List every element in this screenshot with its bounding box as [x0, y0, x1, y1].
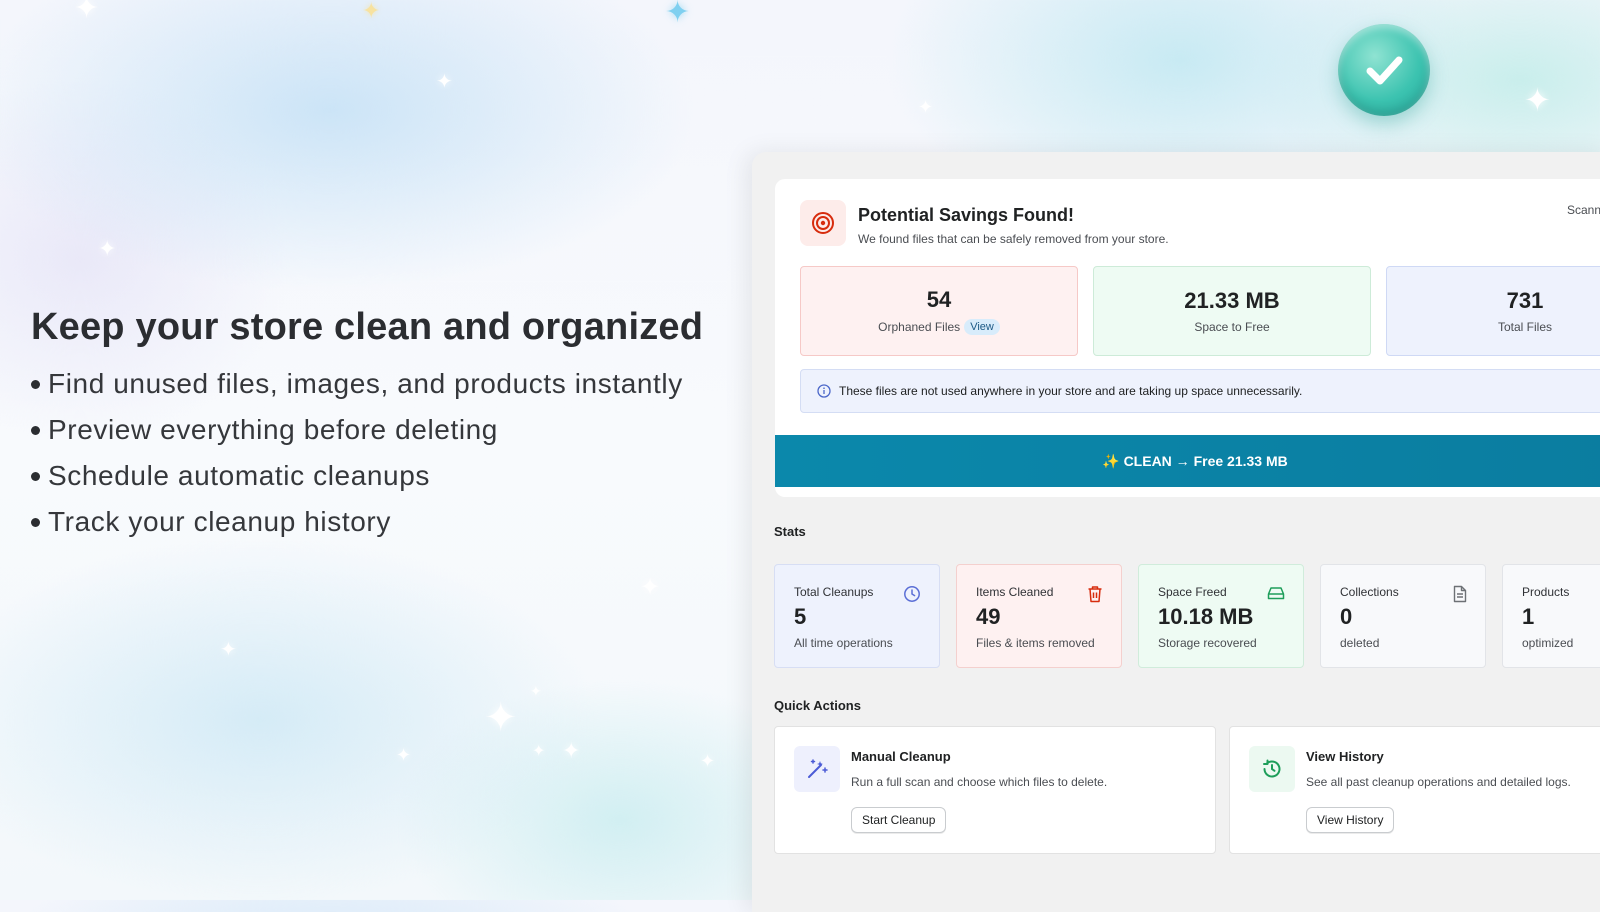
stat-label: Products — [1522, 585, 1570, 599]
bullet-icon — [31, 379, 40, 389]
stat-space-freed: Space Freed 10.18 MB Storage recovered — [1138, 564, 1304, 668]
sparkle-icon: ✦ — [362, 0, 381, 23]
app-panel: Potential Savings Found! We found files … — [752, 152, 1600, 912]
stat-sub: Storage recovered — [1158, 636, 1257, 650]
sparkle-icon: ✦ — [562, 738, 581, 763]
document-icon — [1453, 585, 1467, 603]
info-icon — [817, 384, 831, 398]
sparkle-icon: ✦ — [436, 71, 453, 93]
stat-sub: Files & items removed — [976, 636, 1095, 650]
metric-space-to-free: 21.33 MB Space to Free — [1093, 266, 1371, 356]
qa-title: View History — [1306, 749, 1384, 764]
stat-sub: deleted — [1340, 636, 1380, 650]
feature-list: Find unused files, images, and products … — [31, 361, 721, 545]
view-history-card: View History See all past cleanup operat… — [1229, 726, 1600, 854]
start-cleanup-button[interactable]: Start Cleanup — [851, 807, 947, 833]
stat-products: Products 1 optimized — [1502, 564, 1600, 668]
feature-item: Find unused files, images, and products … — [31, 361, 721, 407]
metric-value: 731 — [1506, 288, 1544, 313]
qa-title: Manual Cleanup — [851, 749, 951, 764]
metric-label: Space to Free — [1194, 320, 1270, 334]
qa-desc: See all past cleanup operations and deta… — [1306, 775, 1571, 789]
bullet-icon — [31, 517, 40, 527]
metric-orphaned-files: 54 Orphaned Files View — [800, 266, 1078, 356]
stat-value: 10.18 MB — [1158, 604, 1254, 629]
stat-value: 49 — [976, 604, 1001, 629]
savings-title: Potential Savings Found! — [858, 205, 1075, 225]
qa-desc: Run a full scan and choose which files t… — [851, 775, 1108, 789]
stat-value: 0 — [1340, 604, 1353, 629]
sparkle-icon: ✦ — [532, 743, 546, 760]
stat-sub: All time operations — [794, 636, 893, 650]
feature-item: Preview everything before deleting — [31, 407, 721, 453]
hero-heading: Keep your store clean and organized — [31, 306, 704, 348]
feature-text: Schedule automatic cleanups — [48, 460, 430, 491]
sparkle-icon: ✦ — [484, 696, 518, 740]
metric-value: 21.33 MB — [1184, 288, 1280, 313]
sparkle-icon: ✦ — [640, 574, 661, 601]
stat-sub: optimized — [1522, 636, 1574, 650]
scanned-label: Scanne — [1567, 203, 1600, 217]
metric-label-row: Orphaned Files View — [878, 319, 1000, 335]
stat-value: 5 — [794, 604, 807, 629]
history-icon — [1249, 746, 1295, 792]
savings-subtitle: We found files that can be safely remove… — [858, 232, 1169, 246]
metric-label: Total Files — [1497, 320, 1553, 334]
checkmark-badge — [1338, 24, 1430, 116]
feature-text: Find unused files, images, and products … — [48, 368, 683, 399]
view-history-button[interactable]: View History — [1306, 807, 1395, 833]
sparkle-icon: ✦ — [396, 745, 412, 765]
feature-item: Track your cleanup history — [31, 499, 721, 545]
checkmark-icon — [1366, 56, 1403, 85]
metric-total-files: 731 Total Files — [1386, 266, 1600, 356]
quick-actions-title: Quick Actions — [774, 698, 861, 713]
savings-card: Potential Savings Found! We found files … — [775, 179, 1600, 497]
hero: Keep your store clean and organized Find… — [31, 306, 721, 545]
stat-value: 1 — [1522, 604, 1535, 629]
stats-title: Stats — [774, 524, 806, 539]
target-icon — [812, 212, 834, 234]
stat-items-cleaned: Items Cleaned 49 Files & items removed — [956, 564, 1122, 668]
clean-button-label: ✨ CLEAN → Free 21.33 MB — [1102, 452, 1288, 469]
clock-icon — [903, 585, 921, 603]
magic-wand-icon — [794, 746, 840, 792]
clean-button[interactable]: ✨ CLEAN → Free 21.33 MB — [775, 435, 1600, 487]
sparkle-icon: ✦ — [74, 0, 100, 25]
sparkle-icon: ✦ — [665, 0, 691, 29]
target-icon-box — [800, 200, 846, 246]
bullet-icon — [31, 471, 40, 481]
stat-total-cleanups: Total Cleanups 5 All time operations — [774, 564, 940, 668]
notice-text: These files are not used anywhere in you… — [839, 384, 1303, 398]
feature-item: Schedule automatic cleanups — [31, 453, 721, 499]
stat-collections: Collections 0 deleted — [1320, 564, 1486, 668]
info-notice: These files are not used anywhere in you… — [800, 369, 1600, 413]
trash-icon — [1087, 585, 1103, 603]
sparkle-icon: ✦ — [98, 236, 117, 261]
sparkle-icon: ✦ — [1524, 82, 1551, 118]
metric-label: Orphaned Files — [878, 320, 961, 334]
metric-value: 54 — [926, 287, 952, 312]
manual-cleanup-card: Manual Cleanup Run a full scan and choos… — [774, 726, 1216, 854]
sparkle-icon: ✦ — [220, 639, 237, 661]
drive-icon — [1267, 585, 1285, 601]
bullet-icon — [31, 425, 40, 435]
feature-text: Track your cleanup history — [48, 506, 391, 537]
feature-text: Preview everything before deleting — [48, 414, 498, 445]
view-orphaned-link[interactable]: View — [964, 319, 1000, 335]
sparkle-icon: ✦ — [918, 97, 934, 117]
sparkle-icon: ✦ — [530, 683, 542, 699]
sparkle-icon: ✦ — [700, 751, 716, 771]
